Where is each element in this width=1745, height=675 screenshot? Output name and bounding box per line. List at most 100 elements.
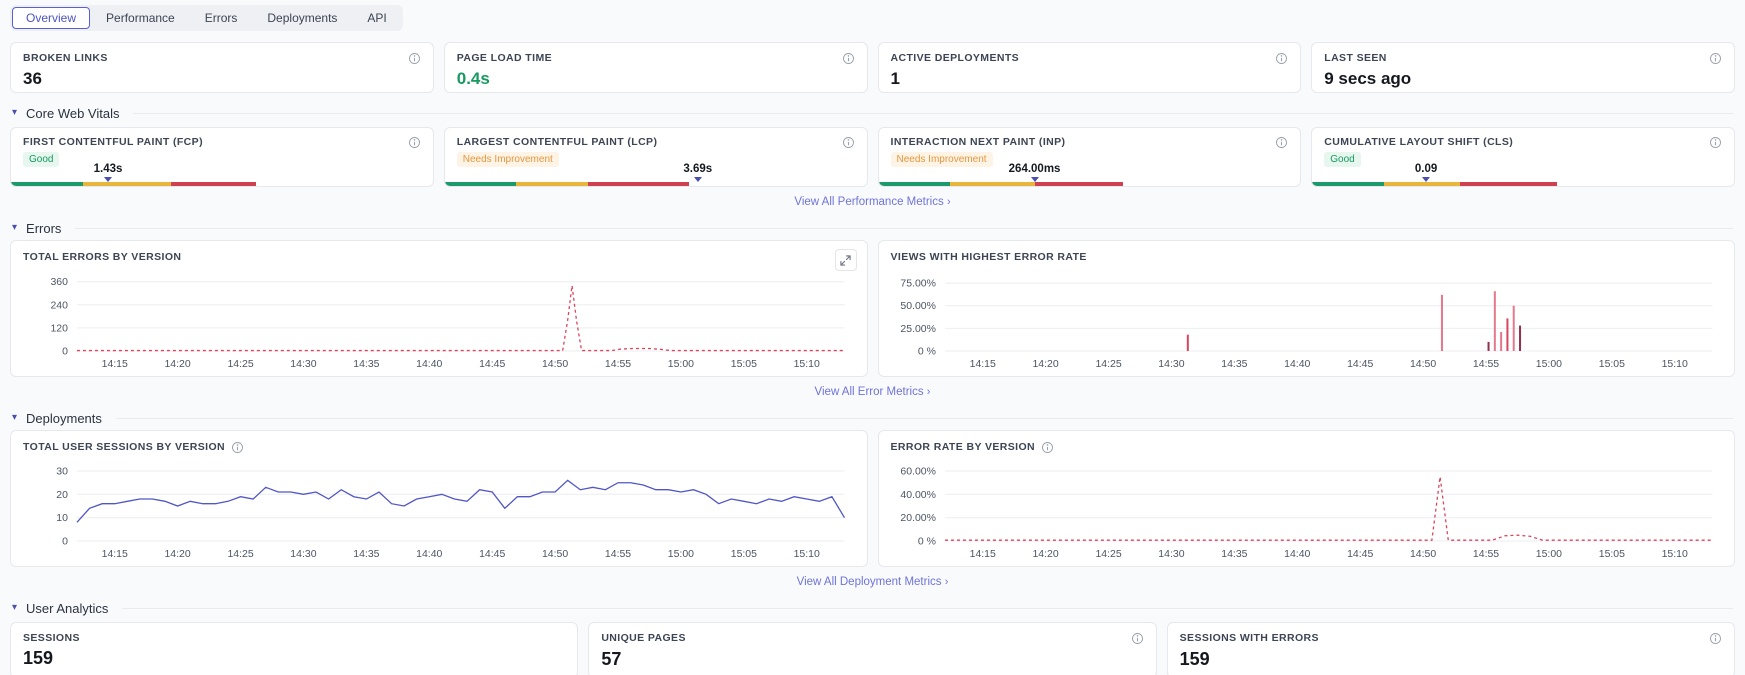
svg-text:14:20: 14:20 [164, 359, 190, 370]
info-icon[interactable] [408, 136, 421, 149]
svg-text:15:05: 15:05 [731, 549, 757, 560]
svg-text:14:35: 14:35 [353, 359, 379, 370]
tab-performance[interactable]: Performance [92, 7, 189, 29]
view-all-performance-metrics-link[interactable]: View All Performance Metrics › [10, 196, 1735, 208]
svg-text:15:05: 15:05 [1598, 359, 1624, 370]
svg-text:14:35: 14:35 [1221, 549, 1247, 560]
gauge-value: 1.43s [93, 163, 123, 175]
cwv-label: INTERACTION NEXT PAINT (INP) [890, 136, 1066, 148]
svg-text:14:45: 14:45 [479, 549, 505, 560]
svg-text:14:35: 14:35 [353, 549, 379, 560]
svg-text:360: 360 [50, 277, 68, 288]
collapse-caret-icon[interactable]: ▾ [12, 603, 17, 613]
error-rate-by-version-chart: 60.00% 40.00% 20.00% 0 % 14:15 14:20 14:25 14:3… [900, 467, 1713, 560]
cwv-gauge: 264.00ms [878, 162, 1301, 186]
svg-text:14:40: 14:40 [1284, 549, 1310, 560]
svg-text:14:50: 14:50 [1409, 549, 1435, 560]
cwv-card-fcp: FIRST CONTENTFUL PAINT (FCP) Good 1.43s [10, 127, 434, 187]
gauge-value: 264.00ms [1008, 163, 1061, 175]
svg-text:14:15: 14:15 [969, 549, 995, 560]
info-icon[interactable] [1709, 136, 1722, 149]
info-icon[interactable] [1131, 632, 1144, 645]
chart-card-views-with-highest-error-rate: VIEWS WITH HIGHEST ERROR RATE 75.00% 50.0… [877, 240, 1735, 377]
info-icon[interactable] [1275, 52, 1288, 65]
svg-text:75.00%: 75.00% [900, 279, 936, 290]
svg-text:14:50: 14:50 [1409, 359, 1435, 370]
section-divider [75, 227, 1733, 229]
svg-text:15:10: 15:10 [794, 549, 820, 560]
svg-text:14:15: 14:15 [102, 549, 128, 560]
expand-icon[interactable] [834, 249, 857, 271]
svg-text:15:00: 15:00 [668, 359, 694, 370]
section-header-user-analytics: ▾ User Analytics [12, 600, 1733, 616]
info-icon[interactable] [231, 441, 244, 454]
svg-text:14:55: 14:55 [605, 359, 631, 370]
cwv-card-cls: CUMULATIVE LAYOUT SHIFT (CLS) Good 0.09 [1311, 127, 1735, 187]
section-header-deployments: ▾ Deployments [12, 410, 1733, 426]
svg-text:14:40: 14:40 [1284, 359, 1310, 370]
info-icon[interactable] [408, 52, 421, 65]
gauge-bar [878, 182, 1301, 186]
svg-text:14:35: 14:35 [1221, 359, 1247, 370]
cwv-label: CUMULATIVE LAYOUT SHIFT (CLS) [1324, 136, 1514, 148]
info-icon[interactable] [1041, 441, 1054, 454]
chart-card-total-user-sessions-by-version: TOTAL USER SESSIONS BY VERSION 30 20 10 0 14… [10, 430, 868, 567]
svg-text:0: 0 [62, 346, 68, 357]
svg-text:14:25: 14:25 [1095, 549, 1121, 560]
stat-card-active-deployments: ACTIVE DEPLOYMENTS 1 [877, 42, 1302, 93]
gauge-bar [1312, 182, 1734, 186]
svg-text:14:50: 14:50 [542, 359, 568, 370]
analytics-label: SESSIONS [23, 632, 80, 644]
svg-text:40.00%: 40.00% [900, 490, 936, 501]
tab-bar: Overview Performance Errors Deployments … [10, 5, 403, 31]
total-errors-by-version-chart: 360 240 120 0 14:15 14:20 14:25 14:30 14:35 14:40… [50, 277, 845, 370]
stat-value: 9 secs ago [1324, 69, 1412, 88]
svg-text:14:20: 14:20 [1032, 359, 1058, 370]
info-icon[interactable] [842, 52, 855, 65]
info-icon[interactable] [842, 136, 855, 149]
view-all-deployment-metrics-link[interactable]: View All Deployment Metrics › [10, 576, 1735, 588]
info-icon[interactable] [1709, 52, 1722, 65]
tab-deployments[interactable]: Deployments [253, 7, 351, 29]
svg-text:14:55: 14:55 [1472, 549, 1498, 560]
section-header-core-web-vitals: ▾ Core Web Vitals [12, 105, 1733, 121]
gauge-value: 3.69s [683, 163, 713, 175]
svg-text:30: 30 [56, 467, 68, 478]
tab-overview[interactable]: Overview [12, 7, 91, 29]
svg-text:15:05: 15:05 [731, 359, 757, 370]
collapse-caret-icon[interactable]: ▾ [12, 223, 17, 233]
svg-text:14:25: 14:25 [227, 549, 253, 560]
stat-value: 1 [890, 69, 900, 88]
tab-api[interactable]: API [353, 7, 400, 29]
info-icon[interactable] [1275, 136, 1288, 149]
stat-label: ACTIVE DEPLOYMENTS [890, 52, 1020, 64]
view-all-error-metrics-link[interactable]: View All Error Metrics › [10, 386, 1735, 398]
chevron-right-icon: › [946, 196, 951, 208]
cwv-card-inp: INTERACTION NEXT PAINT (INP) Needs Impro… [877, 127, 1302, 187]
cwv-gauge: 0.09 [1312, 162, 1734, 186]
svg-text:15:10: 15:10 [794, 359, 820, 370]
analytics-card-unique-pages: UNIQUE PAGES 57 [588, 622, 1157, 675]
section-header-errors: ▾ Errors [12, 220, 1733, 236]
tab-errors[interactable]: Errors [191, 7, 252, 29]
errors-charts-row: TOTAL ERRORS BY VERSION 360 240 120 0 14:15 1… [10, 240, 1735, 377]
views-with-highest-error-rate-chart: 75.00% 50.00% 25.00% 0 % 14:15 14:20 14:25 14:3… [900, 279, 1713, 370]
svg-text:14:50: 14:50 [542, 549, 568, 560]
chart-title: TOTAL USER SESSIONS BY VERSION [23, 441, 226, 453]
chevron-right-icon: › [926, 386, 931, 398]
section-divider [122, 607, 1733, 609]
cwv-label: LARGEST CONTENTFUL PAINT (LCP) [456, 136, 658, 148]
svg-text:14:15: 14:15 [969, 359, 995, 370]
collapse-caret-icon[interactable]: ▾ [12, 413, 17, 423]
rum-overview-dashboard: Overview Performance Errors Deployments … [0, 0, 1745, 675]
cwv-label: FIRST CONTENTFUL PAINT (FCP) [23, 136, 203, 148]
svg-text:14:45: 14:45 [1347, 549, 1373, 560]
stat-value: 36 [23, 69, 42, 88]
stat-card-broken-links: BROKEN LINKS 36 [10, 42, 434, 93]
total-user-sessions-by-version-chart: 30 20 10 0 14:15 14:20 14:25 14:30 14:35 14:40 14:… [56, 467, 846, 560]
cwv-card-lcp: LARGEST CONTENTFUL PAINT (LCP) Needs Imp… [443, 127, 868, 187]
stat-card-last-seen: LAST SEEN 9 secs ago [1311, 42, 1735, 93]
info-icon[interactable] [1709, 632, 1722, 645]
collapse-caret-icon[interactable]: ▾ [12, 108, 17, 118]
svg-text:15:00: 15:00 [668, 549, 694, 560]
